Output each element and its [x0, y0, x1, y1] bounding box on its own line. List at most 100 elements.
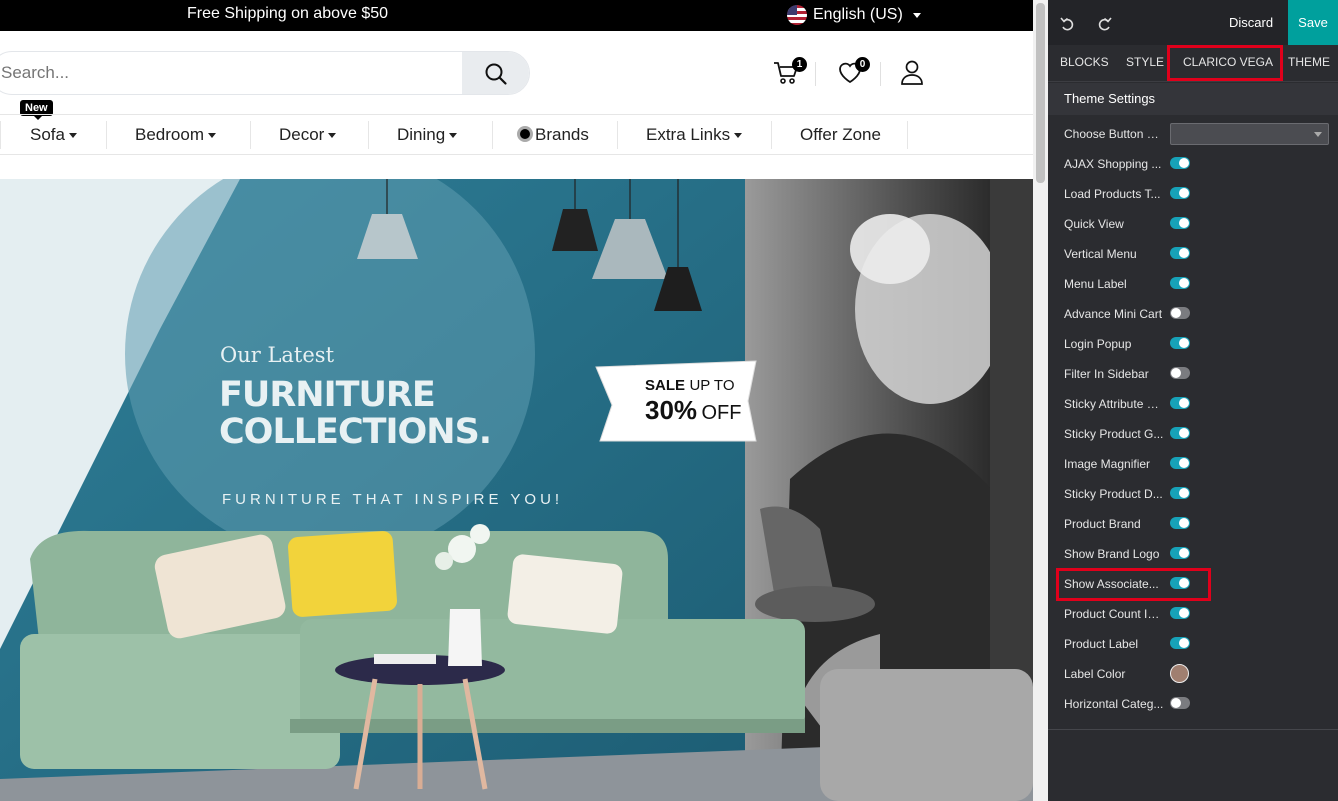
panel-bottom-divider	[1048, 729, 1338, 730]
menu-divider	[907, 121, 908, 149]
main-menu: Sofa Bedroom Decor Dining Brands Extra L…	[0, 114, 1033, 155]
option-label: Choose Button S...	[1064, 127, 1164, 141]
theme-option-row: Filter In Sidebar	[1048, 359, 1338, 389]
menu-divider	[250, 121, 251, 149]
menu-item-bedroom[interactable]: Bedroom	[135, 115, 216, 154]
menu-divider	[771, 121, 772, 149]
menu-item-sofa[interactable]: Sofa	[30, 115, 77, 154]
option-toggle[interactable]	[1170, 397, 1190, 409]
sale-off: OFF	[701, 402, 742, 424]
banner-title-line2: COLLECTIONS.	[219, 412, 492, 452]
option-toggle[interactable]	[1170, 697, 1190, 709]
redo-icon	[1098, 17, 1112, 31]
menu-label: Sofa	[30, 125, 65, 144]
menu-item-brands[interactable]: Brands	[517, 115, 589, 154]
user-icon	[901, 60, 923, 85]
sale-ribbon: SALE UP TO 30% OFF	[645, 377, 742, 426]
theme-option-row: Show Brand Logo	[1048, 539, 1338, 569]
theme-option-row: Choose Button S...	[1048, 119, 1338, 149]
menu-label: Decor	[279, 125, 325, 144]
page-scrollbar[interactable]	[1033, 0, 1048, 801]
tab-blocks[interactable]: BLOCKS	[1060, 45, 1109, 82]
hero-banner[interactable]: Our Latest FURNITURE COLLECTIONS. FURNIT…	[0, 179, 1033, 801]
search-button[interactable]	[462, 52, 529, 94]
option-toggle[interactable]	[1170, 517, 1190, 529]
website-preview: Free Shipping on above $50 English (US) …	[0, 0, 1033, 801]
option-toggle[interactable]	[1170, 607, 1190, 619]
chevron-down-icon	[1314, 132, 1322, 137]
announcement-bar: Free Shipping on above $50 English (US)	[0, 0, 1033, 31]
banner-kicker: Our Latest	[220, 343, 335, 367]
button-style-select[interactable]	[1170, 123, 1329, 145]
option-label: Quick View	[1064, 217, 1124, 231]
option-toggle[interactable]	[1170, 637, 1190, 649]
option-label: Advance Mini Cart	[1064, 307, 1163, 321]
account-button[interactable]	[898, 58, 928, 88]
menu-divider	[492, 121, 493, 149]
menu-divider	[106, 121, 107, 149]
option-toggle[interactable]	[1170, 337, 1190, 349]
free-shipping-text: Free Shipping on above $50	[187, 5, 389, 22]
menu-item-dining[interactable]: Dining	[397, 115, 458, 154]
undo-button[interactable]	[1060, 0, 1074, 45]
wishlist-button[interactable]: 0	[836, 57, 870, 88]
chevron-down-icon	[207, 133, 216, 139]
menu-divider	[368, 121, 369, 149]
option-label: Login Popup	[1064, 337, 1132, 351]
search-input[interactable]	[0, 52, 463, 94]
label-color-swatch[interactable]	[1170, 664, 1189, 683]
option-toggle[interactable]	[1170, 457, 1190, 469]
theme-option-row: Sticky Product G...	[1048, 419, 1338, 449]
menu-item-extra-links[interactable]: Extra Links	[646, 115, 743, 154]
menu-label: Bedroom	[135, 125, 204, 144]
search-icon	[485, 63, 507, 85]
tab-style[interactable]: STYLE	[1126, 45, 1164, 82]
option-label: Menu Label	[1064, 277, 1127, 291]
search-bar	[0, 51, 530, 95]
menu-divider	[0, 121, 1, 149]
option-label: Product Brand	[1064, 517, 1141, 531]
banner-title-line1: FURNITURE	[219, 375, 436, 415]
chevron-down-icon	[449, 133, 458, 139]
option-toggle[interactable]	[1170, 157, 1190, 169]
menu-item-decor[interactable]: Decor	[279, 115, 337, 154]
option-label: Vertical Menu	[1064, 247, 1137, 261]
theme-option-row: Menu Label	[1048, 269, 1338, 299]
highlight-box-tab	[1167, 45, 1283, 81]
menu-label: Brands	[535, 125, 589, 144]
theme-option-row: Quick View	[1048, 209, 1338, 239]
sale-upto: UP TO	[689, 377, 735, 394]
cart-button[interactable]: 1	[772, 57, 807, 88]
wishlist-count-badge: 0	[855, 57, 870, 72]
option-toggle[interactable]	[1170, 307, 1190, 319]
option-label: AJAX Shopping ...	[1064, 157, 1162, 171]
menu-label: Extra Links	[646, 125, 731, 144]
sale-percent: 30%	[645, 395, 698, 425]
theme-option-row: Product Brand	[1048, 509, 1338, 539]
option-toggle[interactable]	[1170, 277, 1190, 289]
chevron-down-icon	[734, 133, 743, 139]
option-toggle[interactable]	[1170, 427, 1190, 439]
option-toggle[interactable]	[1170, 547, 1190, 559]
scrollbar-thumb[interactable]	[1036, 3, 1045, 183]
option-label: Product Label	[1064, 637, 1139, 651]
sale-word: SALE	[645, 377, 686, 394]
option-label: Load Products T...	[1064, 187, 1161, 201]
option-toggle[interactable]	[1170, 487, 1190, 499]
discard-button[interactable]: Discard	[1229, 0, 1273, 45]
option-toggle[interactable]	[1170, 217, 1190, 229]
language-selector[interactable]: English (US)	[787, 5, 921, 25]
tab-theme[interactable]: THEME	[1288, 45, 1330, 82]
save-button[interactable]: Save	[1288, 0, 1338, 45]
menu-item-offer-zone[interactable]: Offer Zone	[800, 115, 881, 154]
option-label: Horizontal Categ...	[1064, 697, 1164, 711]
redo-button[interactable]	[1098, 0, 1112, 45]
option-label: Filter In Sidebar	[1064, 367, 1149, 381]
option-toggle[interactable]	[1170, 187, 1190, 199]
option-toggle[interactable]	[1170, 367, 1190, 379]
option-toggle[interactable]	[1170, 247, 1190, 259]
theme-option-row: Sticky Attribute &...	[1048, 389, 1338, 419]
us-flag-icon	[787, 5, 807, 25]
option-label: Sticky Attribute &...	[1064, 397, 1164, 411]
option-label: Show Brand Logo	[1064, 547, 1160, 561]
